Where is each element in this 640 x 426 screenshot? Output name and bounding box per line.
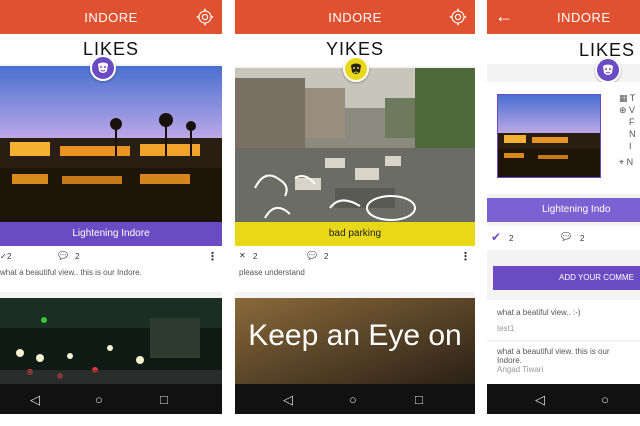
- post-thumbnail[interactable]: [497, 94, 601, 178]
- post-image[interactable]: [0, 66, 222, 222]
- app-title: INDORE: [557, 10, 611, 25]
- post-image[interactable]: [235, 68, 475, 222]
- sad-mask-icon: [343, 56, 369, 82]
- post-comment: please understand: [239, 268, 305, 277]
- comment-icon[interactable]: 💬: [307, 251, 317, 260]
- app-bar: ← INDORE: [487, 0, 640, 34]
- comment-icon[interactable]: 💬: [561, 232, 571, 241]
- post-actions: ✓ 2 💬 2 ⋮ what a beautiful view.. this i…: [0, 246, 222, 292]
- more-icon[interactable]: ⋮: [207, 250, 218, 263]
- comment-count: 2: [75, 252, 80, 261]
- section-header: LIKES: [487, 34, 640, 64]
- next-post-image[interactable]: Keep an Eye on: [235, 298, 475, 384]
- post-detail-card: ▦ T ⊕ V F N I ⌖ N: [487, 82, 640, 194]
- app-bar: INDORE: [235, 0, 475, 34]
- post-title-bar: Lightening Indore: [0, 222, 222, 246]
- happy-mask-icon: [90, 55, 116, 81]
- like-icon[interactable]: ✓: [0, 252, 7, 261]
- phone-screen-likes: INDORE LIKES Lightening Indore ✓ 2 💬 2 ⋮…: [0, 0, 222, 414]
- nav-home-icon[interactable]: ○: [95, 392, 103, 407]
- comment-author: Angad Tiwari: [497, 365, 544, 374]
- post-actions: ✔ 2 💬 2: [487, 226, 640, 250]
- checkmark-icon[interactable]: ✔: [491, 230, 501, 244]
- app-title: INDORE: [328, 10, 382, 25]
- nav-recents-icon[interactable]: □: [415, 392, 423, 407]
- nav-back-icon[interactable]: ◁: [30, 392, 40, 408]
- next-post-image[interactable]: [0, 298, 222, 386]
- comment-text: what a beautiful view. this is our Indor…: [497, 347, 610, 365]
- detail-info: ▦ T ⊕ V F N I ⌖ N: [619, 92, 636, 168]
- nav-back-icon[interactable]: ◁: [535, 392, 545, 408]
- app-bar: INDORE: [0, 0, 222, 34]
- nav-home-icon[interactable]: ○: [601, 392, 609, 407]
- detail-line: F: [629, 117, 635, 127]
- cross-icon[interactable]: ✕: [239, 251, 246, 260]
- nav-home-icon[interactable]: ○: [349, 392, 357, 407]
- post-title-bar: Lightening Indo: [487, 198, 640, 222]
- detail-line: N: [629, 129, 636, 139]
- like-count: 2: [253, 252, 258, 261]
- post-title-bar: bad parking: [235, 222, 475, 246]
- next-post-text: Keep an Eye on: [248, 319, 462, 352]
- back-arrow-icon[interactable]: ←: [495, 6, 513, 27]
- comment-text: what a beatiful view.. :-): [497, 308, 581, 317]
- comment-icon[interactable]: 💬: [58, 251, 68, 260]
- calendar-icon: ▦ T: [619, 93, 636, 103]
- happy-mask-icon: [595, 57, 621, 83]
- comment-count: 2: [580, 234, 585, 243]
- location-icon: ⌖ N: [619, 157, 634, 167]
- like-count: 2: [7, 252, 12, 261]
- nav-recents-icon[interactable]: □: [160, 392, 168, 407]
- globe-icon: ⊕ V: [619, 105, 636, 115]
- post-title: bad parking: [328, 228, 382, 239]
- post-actions: ✕ 2 💬 2 ⋮ please understand: [235, 246, 475, 292]
- detail-line: I: [629, 141, 632, 151]
- comment-item: what a beautiful view. this is our Indor…: [487, 342, 640, 384]
- settings-gear-icon[interactable]: [449, 8, 467, 26]
- system-nav-bar: ◁ ○ □: [235, 384, 475, 414]
- system-nav-bar: ◁ ○ □: [0, 384, 222, 414]
- more-icon[interactable]: ⋮: [460, 250, 471, 263]
- comment-author: test1: [497, 324, 515, 333]
- settings-gear-icon[interactable]: [196, 8, 214, 26]
- post-comment: what a beautiful view.. this is our Indo…: [0, 268, 142, 277]
- phone-screen-yikes: INDORE YIKES bad parking ✕ 2 💬 2 ⋮ pleas: [235, 0, 475, 414]
- like-count: 2: [509, 234, 514, 243]
- add-comment-button[interactable]: ADD YOUR COMME: [493, 266, 640, 290]
- comment-item: what a beatiful view.. :-) test1: [487, 300, 640, 340]
- app-title: INDORE: [84, 10, 138, 25]
- nav-back-icon[interactable]: ◁: [283, 392, 293, 408]
- system-nav-bar: ◁ ○: [487, 384, 640, 414]
- comment-count: 2: [324, 252, 329, 261]
- phone-screen-detail: ← INDORE LIKES ▦ T ⊕ V F N I ⌖ N Lighten…: [487, 0, 640, 414]
